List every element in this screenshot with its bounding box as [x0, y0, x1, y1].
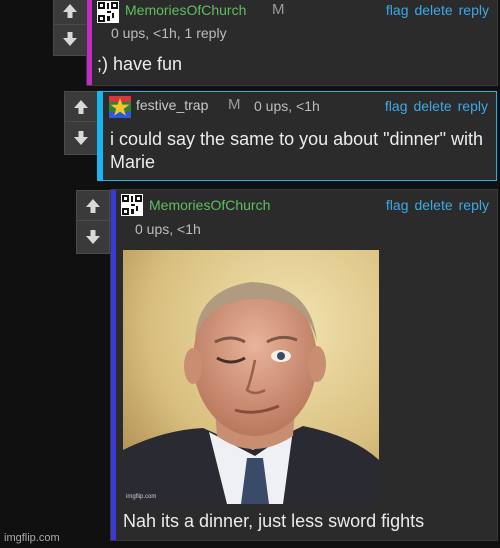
comment-meta: 0 ups, <1h, 1 reply: [111, 25, 227, 41]
upvote-button[interactable]: [54, 0, 86, 24]
comment-username[interactable]: MemoriesOfChurch: [125, 2, 246, 18]
reply-link[interactable]: reply: [459, 2, 489, 18]
vote-box-3: [76, 190, 110, 254]
image-watermark: imgflip.com: [126, 494, 157, 500]
downvote-arrow-icon: [63, 31, 77, 46]
comment-3: MemoriesOfChurch flag delete reply 0 ups, …: [110, 189, 498, 541]
comment-text: ;) have fun: [97, 54, 183, 74]
vote-box-1: [53, 0, 87, 56]
comment-meta: 0 ups, <1h: [135, 221, 201, 237]
comment-meta: 0 ups, <1h: [254, 98, 320, 114]
mod-badge: M: [272, 1, 285, 18]
reply-link[interactable]: reply: [458, 98, 488, 114]
comment-2: festive_trap M 0 ups, <1h flag delete repl…: [97, 91, 497, 181]
comment-1: MemoriesOfChurch M flag delete reply 0 ups…: [86, 0, 498, 86]
flag-link[interactable]: flag: [386, 197, 409, 213]
imgflip-watermark: imgflip.com: [4, 532, 60, 544]
thread-stripe: [111, 190, 116, 540]
thread-stripe: [98, 92, 103, 180]
delete-link[interactable]: delete: [414, 2, 452, 18]
flag-link[interactable]: flag: [386, 2, 409, 18]
flag-link[interactable]: flag: [385, 98, 408, 114]
downvote-arrow-icon: [74, 130, 88, 145]
comment-actions: flag delete reply: [380, 2, 489, 18]
downvote-arrow-icon: [86, 229, 100, 244]
downvote-button[interactable]: [54, 24, 86, 52]
reply-link[interactable]: reply: [459, 197, 489, 213]
thread-stripe: [87, 0, 92, 85]
comment-text: Nah its a dinner, just less sword fights: [123, 511, 425, 531]
qr-avatar-icon: [97, 1, 119, 23]
comment-actions: flag delete reply: [379, 98, 488, 114]
mod-badge: M: [228, 96, 241, 113]
upvote-button[interactable]: [77, 191, 109, 220]
qr-avatar-icon: [121, 194, 143, 216]
star-avatar-icon: [109, 96, 131, 118]
comment-text: i could say the same to you about "dinne…: [110, 129, 483, 172]
delete-link[interactable]: delete: [414, 197, 452, 213]
upvote-arrow-icon: [86, 198, 100, 213]
downvote-button[interactable]: [77, 220, 109, 252]
comment-username[interactable]: MemoriesOfChurch: [149, 197, 270, 213]
downvote-button[interactable]: [65, 121, 97, 153]
upvote-arrow-icon: [63, 3, 77, 18]
upvote-arrow-icon: [74, 99, 88, 114]
upvote-button[interactable]: [65, 92, 97, 121]
comment-actions: flag delete reply: [380, 197, 489, 213]
delete-link[interactable]: delete: [413, 98, 451, 114]
comment-image[interactable]: [123, 250, 379, 504]
comment-username[interactable]: festive_trap: [136, 97, 208, 113]
vote-box-2: [64, 91, 98, 155]
